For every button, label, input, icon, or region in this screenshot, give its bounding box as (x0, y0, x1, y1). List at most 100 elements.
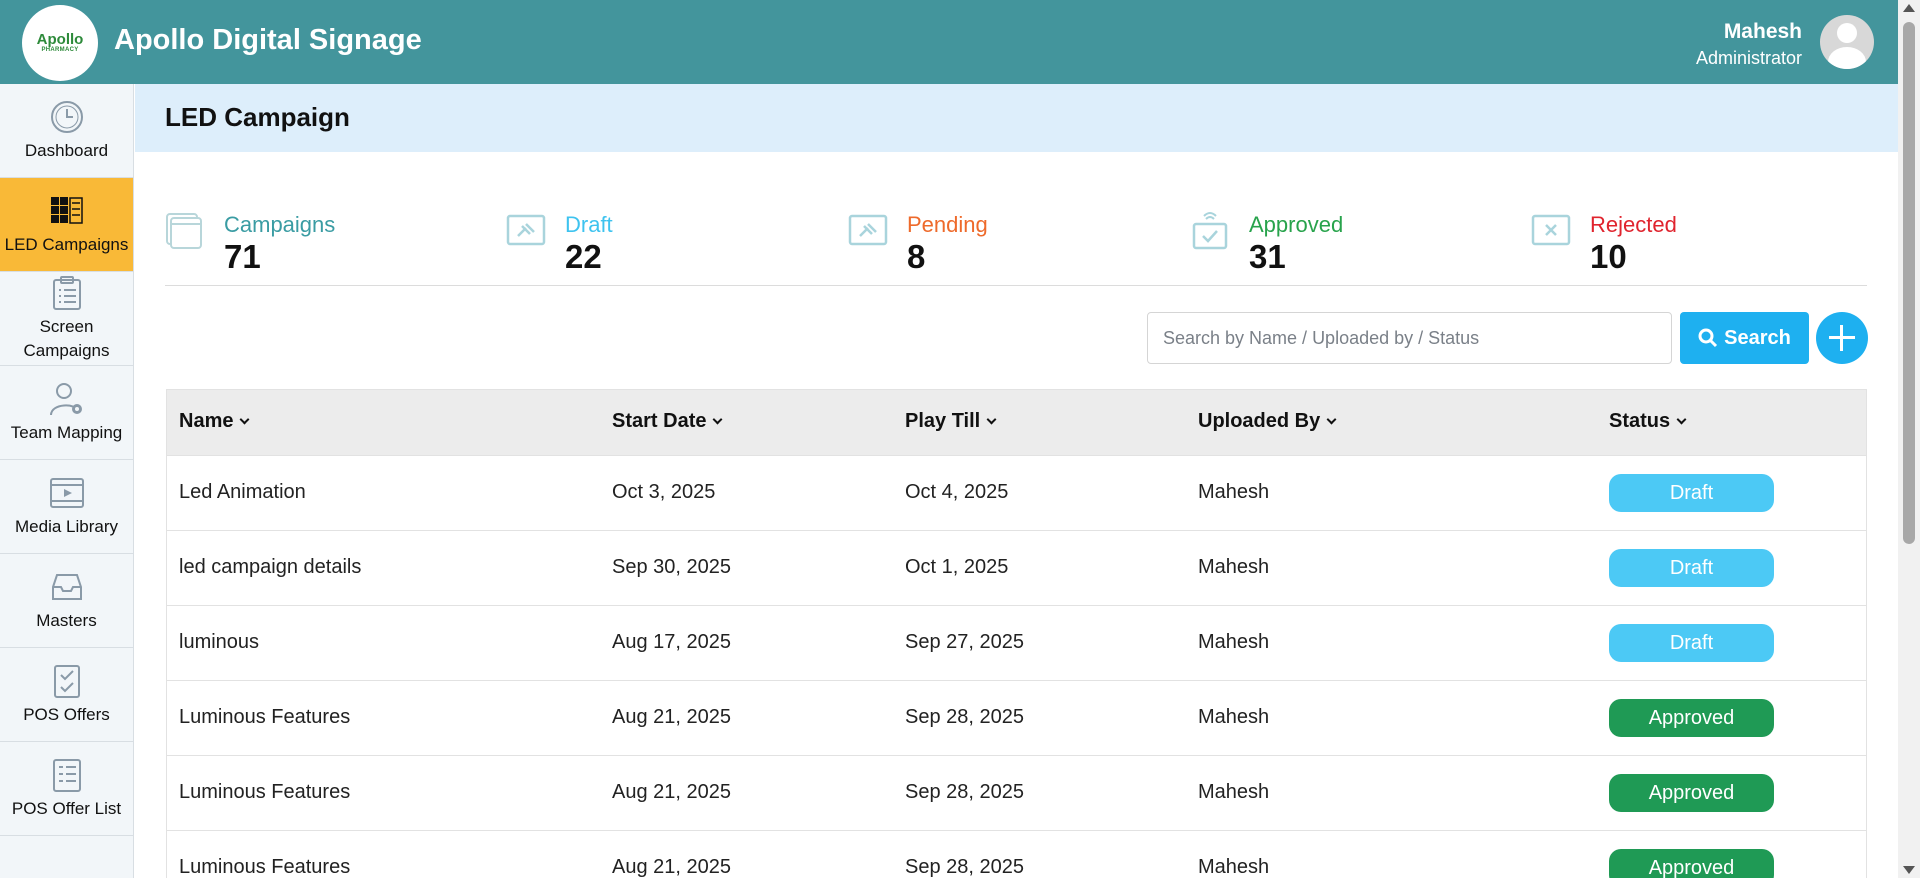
cell-name[interactable]: luminous (179, 631, 259, 654)
add-campaign-button[interactable] (1816, 312, 1868, 364)
list-icon (52, 758, 81, 792)
status-badge: Approved (1609, 699, 1774, 737)
scroll-down-arrow-icon[interactable] (1903, 866, 1915, 874)
cell-play-till: Sep 28, 2025 (905, 706, 1024, 728)
column-label: Name (179, 410, 234, 432)
column-header-start-date[interactable]: Start Date (612, 410, 723, 433)
scrollbar-thumb[interactable] (1903, 22, 1915, 544)
app-header: Apollo PHARMACY Apollo Digital Signage M… (0, 0, 1898, 84)
windows-icon (166, 213, 202, 249)
cell-start-date: Aug 21, 2025 (612, 781, 731, 803)
column-label: Start Date (612, 410, 707, 432)
stat-label: Campaigns (224, 212, 336, 237)
chevron-down-icon (713, 414, 723, 424)
cell-start-date: Oct 3, 2025 (612, 481, 716, 503)
campaign-table: Name Start Date Play Till Uploaded By St… (166, 389, 1867, 878)
sidebar-item-pos-offer-list[interactable]: POS Offer List (0, 742, 133, 836)
table-row[interactable]: Luminous Features Aug 21, 2025 Sep 28, 2… (167, 830, 1866, 878)
stat-label: Pending (907, 212, 988, 237)
stat-pending[interactable]: Pending 8 (848, 202, 1148, 275)
status-badge: Approved (1609, 774, 1774, 812)
sidebar-item-dashboard[interactable]: Dashboard (0, 84, 133, 178)
cell-name[interactable]: Luminous Features (179, 856, 350, 878)
cell-start-date: Aug 21, 2025 (612, 856, 731, 878)
sidebar-item-masters[interactable]: Masters (0, 554, 133, 648)
apollo-logo[interactable]: Apollo PHARMACY (22, 5, 98, 81)
page-title: LED Campaign (165, 102, 350, 132)
cell-play-till: Oct 1, 2025 (905, 556, 1009, 578)
user-name: Mahesh (1723, 20, 1802, 43)
approved-screen-icon (1192, 212, 1228, 250)
table-row[interactable]: led campaign details Sep 30, 2025 Oct 1,… (167, 530, 1866, 605)
scroll-up-arrow-icon[interactable] (1903, 4, 1915, 12)
user-role: Administrator (1695, 48, 1802, 68)
cell-play-till: Sep 27, 2025 (905, 631, 1024, 653)
stat-value: 10 (1590, 238, 1627, 275)
cell-uploaded-by: Mahesh (1198, 856, 1270, 878)
sidebar-item-label: Media Library (15, 516, 118, 536)
column-header-status[interactable]: Status (1609, 410, 1687, 433)
status-badge: Approved (1609, 849, 1774, 878)
rejected-screen-icon (1531, 214, 1571, 246)
cell-start-date: Sep 30, 2025 (612, 556, 731, 578)
sidebar-item-label: POS Offers (23, 704, 110, 724)
chevron-down-icon (1326, 414, 1337, 424)
video-icon (49, 477, 84, 508)
chevron-down-icon (986, 414, 997, 424)
sidebar-item-screen-campaigns[interactable]: Screen Campaigns (0, 272, 133, 366)
cell-play-till: Sep 28, 2025 (905, 856, 1024, 878)
table-row[interactable]: Luminous Features Aug 21, 2025 Sep 28, 2… (167, 755, 1866, 830)
sidebar-item-media-library[interactable]: Media Library (0, 460, 133, 554)
status-badge: Draft (1609, 474, 1774, 512)
draft-screen-icon (506, 214, 546, 246)
sidebar-item-led-campaigns[interactable]: LED Campaigns (0, 178, 133, 272)
column-header-name[interactable]: Name (179, 410, 250, 433)
search-icon (1698, 328, 1718, 348)
column-label: Status (1609, 410, 1671, 432)
sidebar-item-label: POS Offer List (11, 798, 122, 818)
stat-draft[interactable]: Draft 22 (506, 202, 806, 275)
search-button[interactable]: Search (1680, 312, 1809, 364)
cell-name[interactable]: Led Animation (179, 481, 306, 504)
stat-value: 31 (1249, 238, 1286, 275)
chevron-down-icon (240, 414, 250, 424)
avatar[interactable] (1820, 15, 1874, 69)
sidebar-item-team-mapping[interactable]: Team Mapping (0, 366, 133, 460)
page-scrollbar[interactable] (1898, 0, 1920, 878)
cell-uploaded-by: Mahesh (1198, 631, 1270, 653)
cell-name[interactable]: Luminous Features (179, 781, 350, 804)
sidebar-item-pos-offers[interactable]: POS Offers (0, 648, 133, 742)
column-label: Uploaded By (1198, 410, 1321, 432)
cell-name[interactable]: Luminous Features (179, 706, 350, 729)
sidebar-item-label: Masters (36, 610, 97, 630)
cell-name[interactable]: led campaign details (179, 556, 361, 579)
search-input[interactable] (1147, 312, 1672, 364)
cell-uploaded-by: Mahesh (1198, 481, 1270, 503)
column-header-uploaded-by[interactable]: Uploaded By (1198, 410, 1337, 433)
app-title: Apollo Digital Signage (114, 24, 422, 56)
cell-uploaded-by: Mahesh (1198, 781, 1270, 803)
stats-summary: Campaigns 71 Draft 22 Pending 8 Approved… (165, 190, 1867, 286)
checklist-icon (53, 664, 80, 698)
table-row[interactable]: luminous Aug 17, 2025 Sep 27, 2025 Mahes… (167, 605, 1866, 680)
search-button-label: Search (1724, 326, 1791, 349)
table-row[interactable]: Luminous Features Aug 21, 2025 Sep 28, 2… (167, 680, 1866, 755)
sidebar-item-label: Dashboard (24, 140, 109, 160)
stat-rejected[interactable]: Rejected 10 (1531, 202, 1831, 275)
clock-icon (50, 100, 83, 133)
status-badge: Draft (1609, 624, 1774, 662)
table-header: Name Start Date Play Till Uploaded By St… (167, 390, 1866, 455)
sidebar-item-label: LED Campaigns (4, 234, 129, 254)
logo-text: Apollo (36, 31, 84, 48)
sidebar-item-label: Team Mapping (10, 422, 123, 442)
column-header-play-till[interactable]: Play Till (905, 410, 997, 433)
column-label: Play Till (905, 410, 981, 432)
logo-subtext: PHARMACY (41, 47, 79, 53)
pending-screen-icon (848, 214, 888, 246)
stat-approved[interactable]: Approved 31 (1190, 202, 1490, 275)
sidebar: Dashboard LED Campaigns Screen Campaigns… (0, 84, 134, 878)
stat-label: Rejected (1590, 212, 1677, 237)
led-grid-icon (50, 196, 83, 224)
table-row[interactable]: Led Animation Oct 3, 2025 Oct 4, 2025 Ma… (167, 455, 1866, 530)
stat-campaigns[interactable]: Campaigns 71 (165, 202, 465, 275)
